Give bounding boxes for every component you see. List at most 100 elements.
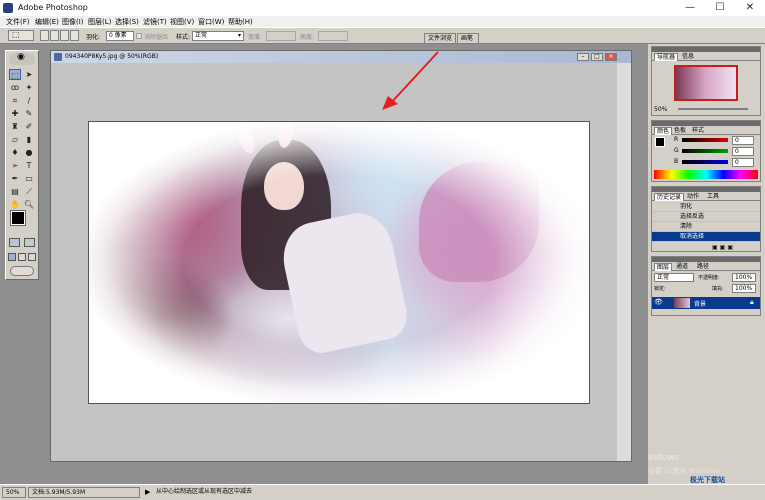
tab-history[interactable]: 历史记录 (654, 193, 685, 201)
blend-mode-select[interactable]: 正常 (654, 273, 694, 282)
move-tool-icon[interactable]: ➤ (23, 69, 35, 80)
color-spectrum-ramp[interactable] (654, 170, 758, 179)
photoshop-eye-icon[interactable]: ◉ (9, 52, 35, 65)
screen-mode-standard-icon[interactable] (8, 253, 16, 261)
gradient-tool-icon[interactable]: ▮ (23, 134, 35, 145)
doc-maximize-button[interactable]: □ (591, 53, 603, 61)
close-button[interactable]: ✕ (735, 0, 765, 16)
eyedropper-tool-icon[interactable]: ⟋ (23, 186, 35, 197)
minimize-button[interactable]: — (675, 0, 705, 16)
navigator-zoom-slider[interactable] (678, 108, 748, 110)
layer-thumbnail (674, 298, 690, 308)
menu-help[interactable]: 帮助(H) (228, 17, 253, 27)
tab-swatches[interactable]: 色板 (672, 127, 688, 135)
magic-wand-tool-icon[interactable]: ✦ (23, 82, 35, 93)
status-zoom[interactable]: 50% (2, 487, 26, 498)
status-doc-size[interactable]: 文档:5.93M/5.93M (28, 487, 140, 498)
lock-icon: 🔒︎ (750, 298, 754, 306)
history-footer-icons[interactable]: ▣▣▣ (712, 244, 735, 251)
width-input[interactable] (266, 31, 296, 41)
tab-styles[interactable]: 样式 (690, 127, 706, 135)
menu-layer[interactable]: 图层(L) (88, 17, 111, 27)
menu-filter[interactable]: 滤镜(T) (143, 17, 167, 27)
color-b-slider[interactable] (682, 160, 728, 164)
color-r-input[interactable]: 0 (732, 136, 754, 145)
color-b-input[interactable]: 0 (732, 158, 754, 167)
hand-tool-icon[interactable]: ✋ (9, 199, 21, 210)
tool-preset-picker[interactable]: ⬚ (8, 30, 34, 41)
height-input[interactable] (318, 31, 348, 41)
layer-visibility-eye-icon[interactable]: 👁︎ (654, 298, 663, 306)
standard-mode-icon[interactable] (9, 238, 20, 247)
document-scrollbar[interactable] (617, 63, 631, 461)
tab-paths[interactable]: 路径 (695, 263, 711, 271)
image-canvas[interactable] (88, 121, 590, 404)
screen-mode-menu-icon[interactable] (18, 253, 26, 261)
menu-file[interactable]: 文件(F) (6, 17, 30, 27)
type-tool-icon[interactable]: T (23, 160, 35, 171)
layer-name: 背景 (694, 301, 707, 308)
history-item[interactable]: 羽化 (652, 202, 760, 212)
feather-label: 羽化: (86, 34, 101, 41)
tab-brushes[interactable]: 画笔 (457, 33, 479, 43)
antialias-checkbox[interactable] (136, 33, 142, 39)
doc-close-button[interactable]: × (605, 53, 617, 61)
tab-info[interactable]: 信息 (680, 53, 696, 61)
fill-input[interactable]: 100% (732, 284, 756, 293)
crop-tool-icon[interactable]: ⌗ (9, 95, 21, 106)
navigator-zoom[interactable]: 50% (654, 106, 667, 113)
slice-tool-icon[interactable]: ∕ (23, 95, 35, 106)
history-item[interactable]: 选择反选 (652, 212, 760, 222)
feather-input[interactable]: 0 像素 (106, 31, 134, 41)
document-title-bar[interactable]: 094340P8Ky5.jpg @ 50%(RGB) – □ × (51, 51, 631, 63)
tab-file-browser[interactable]: 文件浏览 (424, 33, 456, 43)
photoshop-app-icon (3, 3, 13, 13)
healing-brush-tool-icon[interactable]: ✚ (9, 108, 21, 119)
tab-channels[interactable]: 通道 (674, 263, 690, 271)
menu-view[interactable]: 视图(V) (170, 17, 194, 27)
layer-row-background[interactable]: 👁︎ 背景 🔒︎ (652, 297, 760, 309)
menu-edit[interactable]: 编辑(E) (35, 17, 59, 27)
tab-layers[interactable]: 图层 (654, 263, 673, 271)
subtract-selection-icon[interactable] (60, 30, 69, 41)
lasso-tool-icon[interactable]: ꝏ (9, 82, 21, 93)
opacity-input[interactable]: 100% (732, 273, 756, 282)
dodge-tool-icon[interactable]: ● (23, 147, 35, 158)
doc-minimize-button[interactable]: – (577, 53, 589, 61)
foreground-color-swatch[interactable] (10, 210, 26, 226)
style-select[interactable]: 正常 ▾ (192, 31, 244, 41)
history-item-selected[interactable]: 取消选择 (652, 232, 760, 242)
play-arrow-icon[interactable]: ▶ (145, 488, 150, 496)
color-r-slider[interactable] (682, 138, 728, 142)
menu-select[interactable]: 选择(S) (115, 17, 139, 27)
color-g-slider[interactable] (682, 149, 728, 153)
notes-tool-icon[interactable]: ▤ (9, 186, 21, 197)
navigator-thumbnail[interactable] (674, 65, 738, 101)
jump-to-imageready-icon[interactable] (10, 266, 34, 276)
path-select-tool-icon[interactable]: ➢ (9, 160, 21, 171)
color-g-input[interactable]: 0 (732, 147, 754, 156)
blur-tool-icon[interactable]: ♦ (9, 147, 21, 158)
tab-tool-presets[interactable]: 工具 (705, 193, 721, 201)
history-brush-tool-icon[interactable]: ✐ (23, 121, 35, 132)
tab-actions[interactable]: 动作 (685, 193, 701, 201)
new-selection-icon[interactable] (40, 30, 49, 41)
eraser-tool-icon[interactable]: ▱ (9, 134, 21, 145)
rect-marquee-tool-icon[interactable]: ⬚ (9, 69, 21, 80)
color-fg-swatch[interactable] (655, 137, 665, 147)
brush-tool-icon[interactable]: ✎ (23, 108, 35, 119)
intersect-selection-icon[interactable] (70, 30, 79, 41)
menu-image[interactable]: 图像(I) (62, 17, 84, 27)
quick-mask-icon[interactable] (24, 238, 35, 247)
tab-navigator[interactable]: 导航器 (654, 53, 679, 61)
history-item[interactable]: 清除 (652, 222, 760, 232)
menu-window[interactable]: 窗口(W) (198, 17, 224, 27)
screen-mode-full-icon[interactable] (28, 253, 36, 261)
clone-stamp-tool-icon[interactable]: ♜ (9, 121, 21, 132)
shape-tool-icon[interactable]: ▭ (23, 173, 35, 184)
tab-color[interactable]: 颜色 (654, 127, 673, 135)
pen-tool-icon[interactable]: ✒ (9, 173, 21, 184)
zoom-tool-icon[interactable]: 🔍︎ (23, 199, 35, 210)
maximize-button[interactable]: ☐ (705, 0, 735, 16)
add-selection-icon[interactable] (50, 30, 59, 41)
